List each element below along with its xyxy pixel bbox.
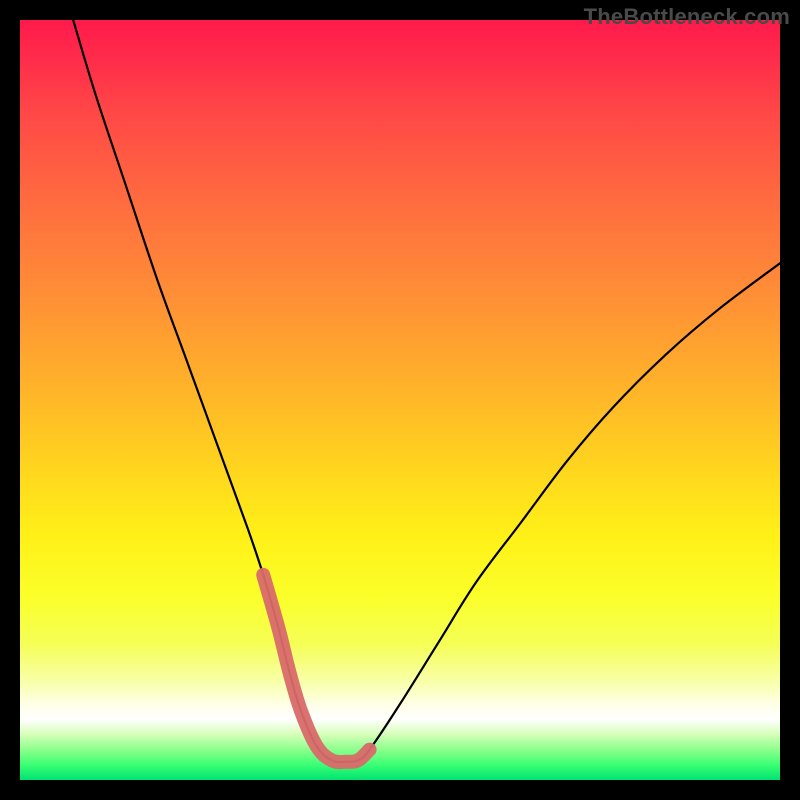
curve-layer — [20, 20, 780, 780]
valley-highlight — [263, 575, 369, 762]
bottleneck-curve — [73, 20, 780, 762]
chart-stage: TheBottleneck.com — [0, 0, 800, 800]
plot-area — [20, 20, 780, 780]
watermark-text: TheBottleneck.com — [584, 4, 790, 30]
